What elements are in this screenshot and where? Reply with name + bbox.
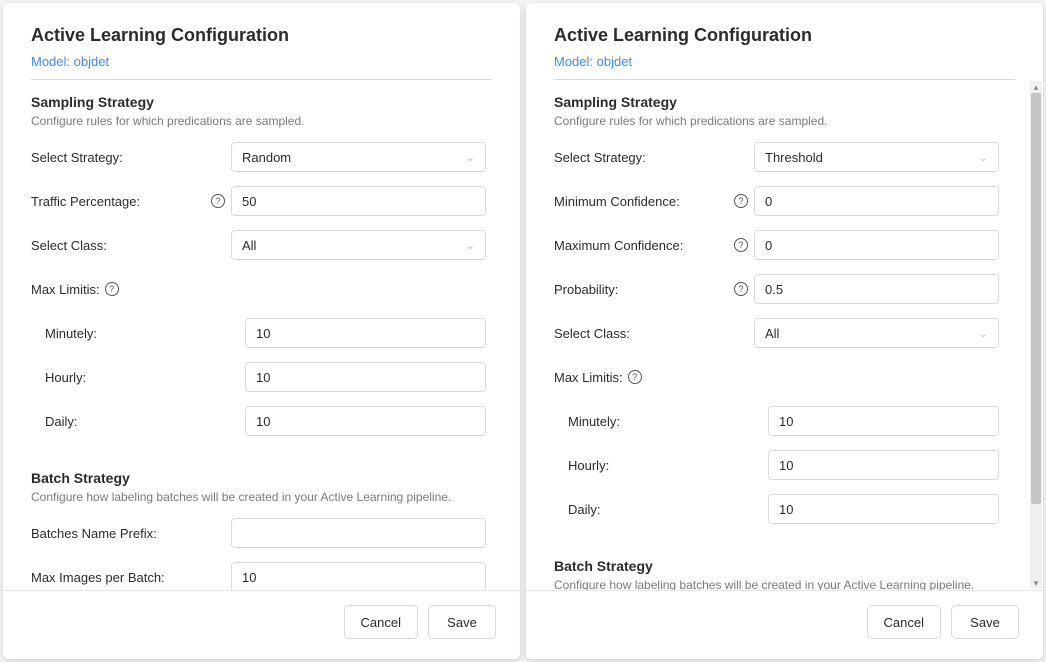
minutely-label: Minutely: — [45, 326, 245, 341]
config-panel-random: Active Learning Configuration Model: obj… — [3, 3, 520, 659]
hourly-input[interactable] — [768, 450, 999, 480]
max-images-input[interactable] — [231, 562, 486, 590]
select-class-dropdown[interactable]: All ⌄ — [754, 318, 999, 348]
help-icon[interactable]: ? — [105, 282, 119, 296]
max-images-label: Max Images per Batch: — [31, 570, 231, 585]
chevron-down-icon: ⌄ — [466, 239, 475, 252]
scrollbar-thumb[interactable] — [1031, 93, 1041, 504]
scrollbar-track[interactable] — [1030, 93, 1042, 577]
sampling-section-title: Sampling Strategy — [31, 94, 486, 110]
batch-section-title: Batch Strategy — [554, 558, 999, 574]
traffic-pct-label: Traffic Percentage: ? — [31, 194, 231, 209]
max-limits-label: Max Limitis: ? — [554, 370, 754, 385]
sampling-section-desc: Configure rules for which predications a… — [31, 114, 486, 128]
daily-input[interactable] — [768, 494, 999, 524]
sampling-section-title: Sampling Strategy — [554, 94, 999, 110]
select-strategy-value: Threshold — [765, 150, 823, 165]
min-conf-input[interactable] — [754, 186, 999, 216]
probability-label: Probability: ? — [554, 282, 754, 297]
max-conf-label: Maximum Confidence: ? — [554, 238, 754, 253]
help-icon[interactable]: ? — [734, 194, 748, 208]
footer: Cancel Save — [526, 590, 1043, 659]
daily-label: Daily: — [45, 414, 245, 429]
select-class-label: Select Class: — [31, 238, 231, 253]
traffic-pct-input[interactable] — [231, 186, 486, 216]
max-limits-label: Max Limitis: ? — [31, 282, 231, 297]
help-icon[interactable]: ? — [628, 370, 642, 384]
model-link[interactable]: Model: objdet — [554, 54, 1015, 69]
page-title: Active Learning Configuration — [554, 25, 1015, 46]
cancel-button[interactable]: Cancel — [344, 605, 418, 639]
footer: Cancel Save — [3, 590, 520, 659]
batch-section-title: Batch Strategy — [31, 470, 486, 486]
chevron-down-icon: ⌄ — [466, 151, 475, 164]
chevron-down-icon: ⌄ — [979, 151, 988, 164]
help-icon[interactable]: ? — [734, 282, 748, 296]
chevron-down-icon: ⌄ — [979, 327, 988, 340]
minutely-input[interactable] — [245, 318, 486, 348]
daily-label: Daily: — [568, 502, 768, 517]
model-link[interactable]: Model: objdet — [31, 54, 492, 69]
scroll-down-icon[interactable]: ▾ — [1030, 577, 1042, 589]
save-button[interactable]: Save — [951, 605, 1019, 639]
minutely-input[interactable] — [768, 406, 999, 436]
min-conf-label: Minimum Confidence: ? — [554, 194, 754, 209]
select-strategy-value: Random — [242, 150, 291, 165]
select-strategy-label: Select Strategy: — [554, 150, 754, 165]
minutely-label: Minutely: — [568, 414, 768, 429]
daily-input[interactable] — [245, 406, 486, 436]
select-class-value: All — [242, 238, 256, 253]
select-strategy-dropdown[interactable]: Random ⌄ — [231, 142, 486, 172]
hourly-label: Hourly: — [568, 458, 768, 473]
save-button[interactable]: Save — [428, 605, 496, 639]
scroll-area: Sampling Strategy Configure rules for wh… — [31, 94, 492, 590]
scroll-area[interactable]: Sampling Strategy Configure rules for wh… — [554, 94, 1015, 590]
select-strategy-dropdown[interactable]: Threshold ⌄ — [754, 142, 999, 172]
select-class-dropdown[interactable]: All ⌄ — [231, 230, 486, 260]
hourly-label: Hourly: — [45, 370, 245, 385]
probability-input[interactable] — [754, 274, 999, 304]
sampling-section-desc: Configure rules for which predications a… — [554, 114, 999, 128]
batches-prefix-input[interactable] — [231, 518, 486, 548]
batch-section-desc: Configure how labeling batches will be c… — [31, 490, 486, 504]
help-icon[interactable]: ? — [211, 194, 225, 208]
batch-section-desc: Configure how labeling batches will be c… — [554, 578, 999, 590]
hourly-input[interactable] — [245, 362, 486, 392]
config-panel-threshold: Active Learning Configuration Model: obj… — [526, 3, 1043, 659]
batches-prefix-label: Batches Name Prefix: — [31, 526, 231, 541]
help-icon[interactable]: ? — [734, 238, 748, 252]
cancel-button[interactable]: Cancel — [867, 605, 941, 639]
divider — [554, 79, 1015, 80]
select-strategy-label: Select Strategy: — [31, 150, 231, 165]
divider — [31, 79, 492, 80]
select-class-value: All — [765, 326, 779, 341]
select-class-label: Select Class: — [554, 326, 754, 341]
max-conf-input[interactable] — [754, 230, 999, 260]
page-title: Active Learning Configuration — [31, 25, 492, 46]
scroll-up-icon[interactable]: ▴ — [1030, 81, 1042, 93]
